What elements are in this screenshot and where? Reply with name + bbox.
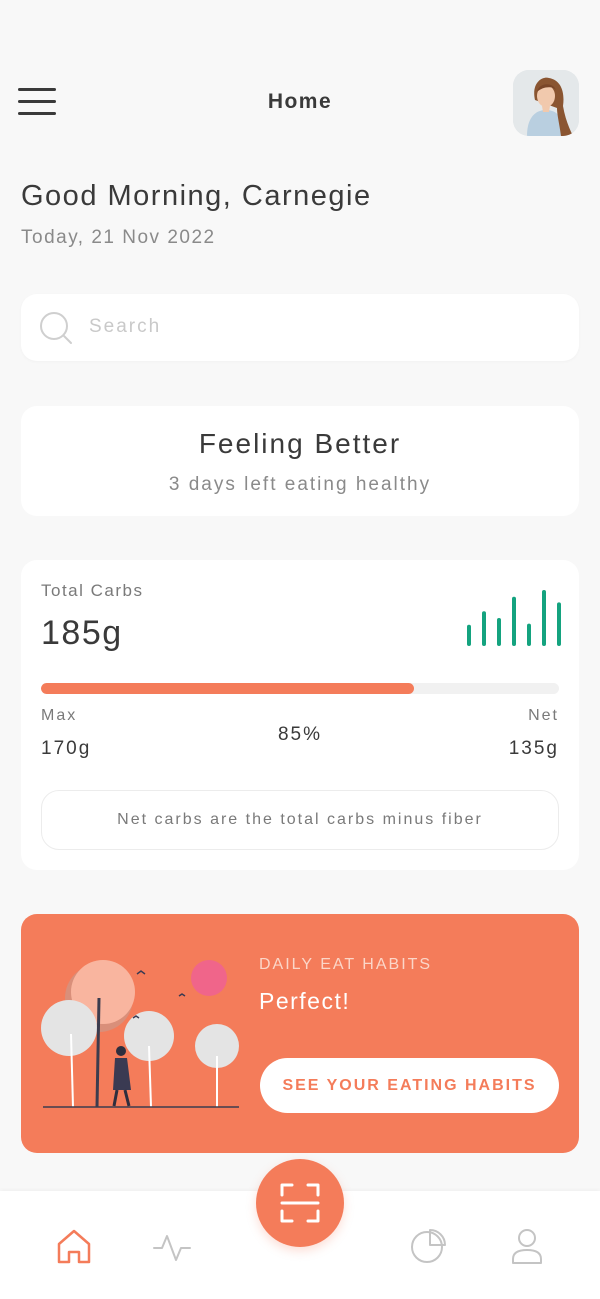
see-eating-habits-button[interactable]: SEE YOUR EATING HABITS — [260, 1058, 559, 1113]
greeting-text: Good Morning, Carnegie — [21, 180, 372, 212]
habits-kicker: DAILY EAT HABITS — [259, 956, 433, 973]
total-carbs-label: Total Carbs — [41, 581, 144, 600]
pie-chart-icon — [411, 1229, 446, 1263]
scan-button[interactable] — [256, 1159, 344, 1247]
avatar-portrait-icon — [513, 70, 579, 136]
mini-bar — [482, 611, 486, 646]
total-carbs-card: Total Carbs 185g Max 170g 85% Net 135g N… — [21, 560, 579, 870]
search-input[interactable] — [89, 308, 559, 346]
mini-bar — [527, 623, 531, 646]
feeling-card: Feeling Better 3 days left eating health… — [21, 406, 579, 516]
max-label: Max — [41, 707, 78, 724]
habits-headline: Perfect! — [259, 988, 351, 1014]
mini-bar — [557, 602, 561, 646]
activity-icon — [153, 1235, 191, 1261]
carbs-progress-fill — [41, 683, 414, 694]
home-icon — [57, 1229, 91, 1264]
trees-walk-illustration — [41, 960, 239, 1108]
carbs-bar-chart-icon — [467, 590, 561, 646]
net-carbs-note: Net carbs are the total carbs minus fibe… — [41, 790, 559, 850]
daily-habits-banner: DAILY EAT HABITS Perfect! SEE YOUR EATIN… — [21, 914, 579, 1153]
net-label: Net — [528, 707, 559, 724]
mini-bar — [497, 618, 501, 646]
mini-bar — [542, 590, 546, 646]
mini-bar — [467, 624, 471, 646]
search-icon — [40, 312, 72, 344]
net-value: 135g — [508, 738, 559, 759]
feeling-title: Feeling Better — [198, 428, 402, 459]
feeling-subtitle: 3 days left eating healthy — [168, 474, 432, 495]
carbs-percent: 85% — [277, 724, 323, 745]
total-carbs-value: 185g — [41, 614, 123, 652]
nav-profile[interactable] — [507, 1226, 547, 1266]
page-title: Home — [267, 90, 333, 113]
profile-icon — [512, 1229, 542, 1264]
nav-stats[interactable] — [408, 1226, 448, 1266]
nav-activity[interactable] — [152, 1226, 192, 1266]
mini-bar — [512, 596, 516, 646]
carbs-progress-bar — [41, 683, 559, 694]
search-bar[interactable] — [21, 294, 579, 361]
scan-icon — [280, 1183, 320, 1223]
greeting-date: Today, 21 Nov 2022 — [21, 227, 216, 248]
user-avatar[interactable] — [513, 70, 579, 136]
app-header: Home — [0, 0, 600, 140]
nav-home[interactable] — [54, 1226, 94, 1266]
